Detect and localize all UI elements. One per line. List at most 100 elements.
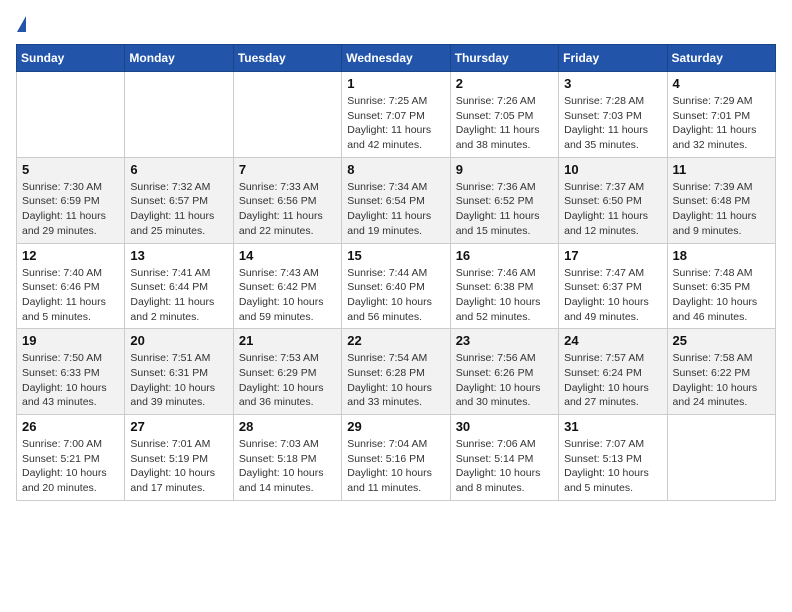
day-info: Sunrise: 7:54 AM Sunset: 6:28 PM Dayligh…: [347, 351, 444, 410]
calendar-cell: 11 Sunrise: 7:39 AM Sunset: 6:48 PM Dayli…: [667, 157, 775, 243]
day-number: 3: [564, 76, 661, 91]
day-info: Sunrise: 7:04 AM Sunset: 5:16 PM Dayligh…: [347, 437, 444, 496]
day-info: Sunrise: 7:44 AM Sunset: 6:40 PM Dayligh…: [347, 266, 444, 325]
day-info: Sunrise: 7:01 AM Sunset: 5:19 PM Dayligh…: [130, 437, 227, 496]
calendar-cell: 17 Sunrise: 7:47 AM Sunset: 6:37 PM Dayli…: [559, 243, 667, 329]
day-number: 17: [564, 248, 661, 263]
day-info: Sunrise: 7:06 AM Sunset: 5:14 PM Dayligh…: [456, 437, 553, 496]
calendar-cell: 2 Sunrise: 7:26 AM Sunset: 7:05 PM Daylig…: [450, 72, 558, 158]
day-info: Sunrise: 7:47 AM Sunset: 6:37 PM Dayligh…: [564, 266, 661, 325]
calendar-cell: 13Sunrise: 7:41 AM Sunset: 6:44 PM Dayli…: [125, 243, 233, 329]
logo-arrow-icon: [17, 16, 26, 32]
day-number: 12: [22, 248, 119, 263]
day-number: 22: [347, 333, 444, 348]
day-number: 28: [239, 419, 336, 434]
day-info: Sunrise: 7:28 AM Sunset: 7:03 PM Dayligh…: [564, 94, 661, 153]
day-number: 18: [673, 248, 770, 263]
day-info: Sunrise: 7:30 AM Sunset: 6:59 PM Dayligh…: [22, 180, 119, 239]
calendar-cell: 28 Sunrise: 7:03 AM Sunset: 5:18 PM Dayli…: [233, 415, 341, 501]
calendar-cell: 23Sunrise: 7:56 AM Sunset: 6:26 PM Dayli…: [450, 329, 558, 415]
calendar-cell: 5 Sunrise: 7:30 AM Sunset: 6:59 PM Daylig…: [17, 157, 125, 243]
calendar-cell: 4 Sunrise: 7:29 AM Sunset: 7:01 PM Daylig…: [667, 72, 775, 158]
day-number: 21: [239, 333, 336, 348]
calendar-cell: 22 Sunrise: 7:54 AM Sunset: 6:28 PM Dayli…: [342, 329, 450, 415]
day-of-week-header: Thursday: [450, 45, 558, 72]
day-of-week-header: Monday: [125, 45, 233, 72]
calendar-cell: 6 Sunrise: 7:32 AM Sunset: 6:57 PM Daylig…: [125, 157, 233, 243]
day-info: Sunrise: 7:29 AM Sunset: 7:01 PM Dayligh…: [673, 94, 770, 153]
calendar-header-row: SundayMondayTuesdayWednesdayThursdayFrid…: [17, 45, 776, 72]
calendar-cell: 12 Sunrise: 7:40 AM Sunset: 6:46 PM Dayli…: [17, 243, 125, 329]
day-info: Sunrise: 7:48 AM Sunset: 6:35 PM Dayligh…: [673, 266, 770, 325]
day-of-week-header: Friday: [559, 45, 667, 72]
day-info: Sunrise: 7:57 AM Sunset: 6:24 PM Dayligh…: [564, 351, 661, 410]
calendar-cell: [125, 72, 233, 158]
day-info: Sunrise: 7:53 AM Sunset: 6:29 PM Dayligh…: [239, 351, 336, 410]
day-number: 9: [456, 162, 553, 177]
day-info: Sunrise: 7:33 AM Sunset: 6:56 PM Dayligh…: [239, 180, 336, 239]
calendar-table: SundayMondayTuesdayWednesdayThursdayFrid…: [16, 44, 776, 501]
day-number: 1: [347, 76, 444, 91]
day-info: Sunrise: 7:50 AM Sunset: 6:33 PM Dayligh…: [22, 351, 119, 410]
day-number: 5: [22, 162, 119, 177]
day-info: Sunrise: 7:00 AM Sunset: 5:21 PM Dayligh…: [22, 437, 119, 496]
day-info: Sunrise: 7:34 AM Sunset: 6:54 PM Dayligh…: [347, 180, 444, 239]
day-number: 24: [564, 333, 661, 348]
calendar-cell: 21 Sunrise: 7:53 AM Sunset: 6:29 PM Dayli…: [233, 329, 341, 415]
calendar-week-row: 5 Sunrise: 7:30 AM Sunset: 6:59 PM Daylig…: [17, 157, 776, 243]
calendar-cell: 25Sunrise: 7:58 AM Sunset: 6:22 PM Dayli…: [667, 329, 775, 415]
day-number: 13: [130, 248, 227, 263]
calendar-cell: 16Sunrise: 7:46 AM Sunset: 6:38 PM Dayli…: [450, 243, 558, 329]
day-number: 29: [347, 419, 444, 434]
page-header: [16, 16, 776, 34]
day-number: 6: [130, 162, 227, 177]
day-info: Sunrise: 7:39 AM Sunset: 6:48 PM Dayligh…: [673, 180, 770, 239]
day-number: 11: [673, 162, 770, 177]
day-number: 7: [239, 162, 336, 177]
day-info: Sunrise: 7:26 AM Sunset: 7:05 PM Dayligh…: [456, 94, 553, 153]
day-number: 27: [130, 419, 227, 434]
day-number: 10: [564, 162, 661, 177]
day-number: 19: [22, 333, 119, 348]
day-of-week-header: Sunday: [17, 45, 125, 72]
day-number: 14: [239, 248, 336, 263]
day-info: Sunrise: 7:32 AM Sunset: 6:57 PM Dayligh…: [130, 180, 227, 239]
day-of-week-header: Wednesday: [342, 45, 450, 72]
day-number: 15: [347, 248, 444, 263]
calendar-week-row: 19 Sunrise: 7:50 AM Sunset: 6:33 PM Dayli…: [17, 329, 776, 415]
day-number: 23: [456, 333, 553, 348]
calendar-cell: 18 Sunrise: 7:48 AM Sunset: 6:35 PM Dayli…: [667, 243, 775, 329]
calendar-cell: [667, 415, 775, 501]
calendar-cell: 14Sunrise: 7:43 AM Sunset: 6:42 PM Dayli…: [233, 243, 341, 329]
day-info: Sunrise: 7:25 AM Sunset: 7:07 PM Dayligh…: [347, 94, 444, 153]
day-number: 20: [130, 333, 227, 348]
calendar-cell: 15 Sunrise: 7:44 AM Sunset: 6:40 PM Dayli…: [342, 243, 450, 329]
calendar-cell: [17, 72, 125, 158]
calendar-cell: [233, 72, 341, 158]
calendar-week-row: 1 Sunrise: 7:25 AM Sunset: 7:07 PM Daylig…: [17, 72, 776, 158]
day-number: 26: [22, 419, 119, 434]
calendar-week-row: 12 Sunrise: 7:40 AM Sunset: 6:46 PM Dayli…: [17, 243, 776, 329]
calendar-cell: 27 Sunrise: 7:01 AM Sunset: 5:19 PM Dayli…: [125, 415, 233, 501]
day-of-week-header: Tuesday: [233, 45, 341, 72]
calendar-cell: 7 Sunrise: 7:33 AM Sunset: 6:56 PM Daylig…: [233, 157, 341, 243]
day-number: 30: [456, 419, 553, 434]
calendar-cell: 3 Sunrise: 7:28 AM Sunset: 7:03 PM Daylig…: [559, 72, 667, 158]
day-info: Sunrise: 7:58 AM Sunset: 6:22 PM Dayligh…: [673, 351, 770, 410]
day-info: Sunrise: 7:03 AM Sunset: 5:18 PM Dayligh…: [239, 437, 336, 496]
day-number: 4: [673, 76, 770, 91]
calendar-cell: 31 Sunrise: 7:07 AM Sunset: 5:13 PM Dayli…: [559, 415, 667, 501]
day-number: 16: [456, 248, 553, 263]
day-info: Sunrise: 7:36 AM Sunset: 6:52 PM Dayligh…: [456, 180, 553, 239]
day-info: Sunrise: 7:07 AM Sunset: 5:13 PM Dayligh…: [564, 437, 661, 496]
day-info: Sunrise: 7:40 AM Sunset: 6:46 PM Dayligh…: [22, 266, 119, 325]
calendar-cell: 29 Sunrise: 7:04 AM Sunset: 5:16 PM Dayli…: [342, 415, 450, 501]
day-info: Sunrise: 7:37 AM Sunset: 6:50 PM Dayligh…: [564, 180, 661, 239]
calendar-cell: 19 Sunrise: 7:50 AM Sunset: 6:33 PM Dayli…: [17, 329, 125, 415]
day-number: 2: [456, 76, 553, 91]
day-of-week-header: Saturday: [667, 45, 775, 72]
calendar-cell: 1 Sunrise: 7:25 AM Sunset: 7:07 PM Daylig…: [342, 72, 450, 158]
calendar-cell: 26 Sunrise: 7:00 AM Sunset: 5:21 PM Dayli…: [17, 415, 125, 501]
day-number: 8: [347, 162, 444, 177]
day-number: 31: [564, 419, 661, 434]
